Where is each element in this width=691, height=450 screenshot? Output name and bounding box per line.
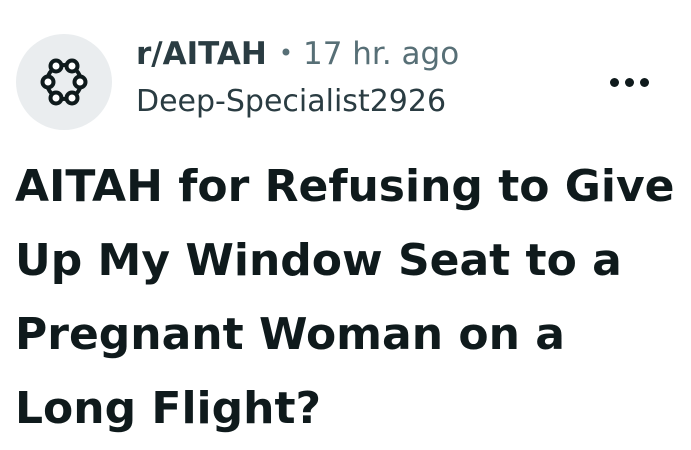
- post-title[interactable]: AITAH for Refusing to Give Up My Window …: [15, 150, 675, 446]
- more-options-button[interactable]: [600, 64, 658, 100]
- post-meta-line: r/AITAH • 17 hr. ago: [136, 36, 459, 82]
- author-link[interactable]: Deep-Specialist2926: [136, 84, 459, 119]
- more-options-icon-dot: [639, 77, 649, 87]
- subreddit-avatar[interactable]: [16, 34, 112, 130]
- subreddit-link[interactable]: r/AITAH: [136, 36, 267, 72]
- post-meta: r/AITAH • 17 hr. ago Deep-Specialist2926: [136, 36, 459, 119]
- more-options-icon: [609, 77, 619, 87]
- post-header: r/AITAH • 17 hr. ago Deep-Specialist2926: [16, 34, 676, 130]
- post-timestamp: 17 hr. ago: [302, 36, 460, 72]
- community-ring-icon: [40, 58, 88, 106]
- more-options-icon-dot: [624, 77, 634, 87]
- meta-separator: •: [278, 39, 293, 67]
